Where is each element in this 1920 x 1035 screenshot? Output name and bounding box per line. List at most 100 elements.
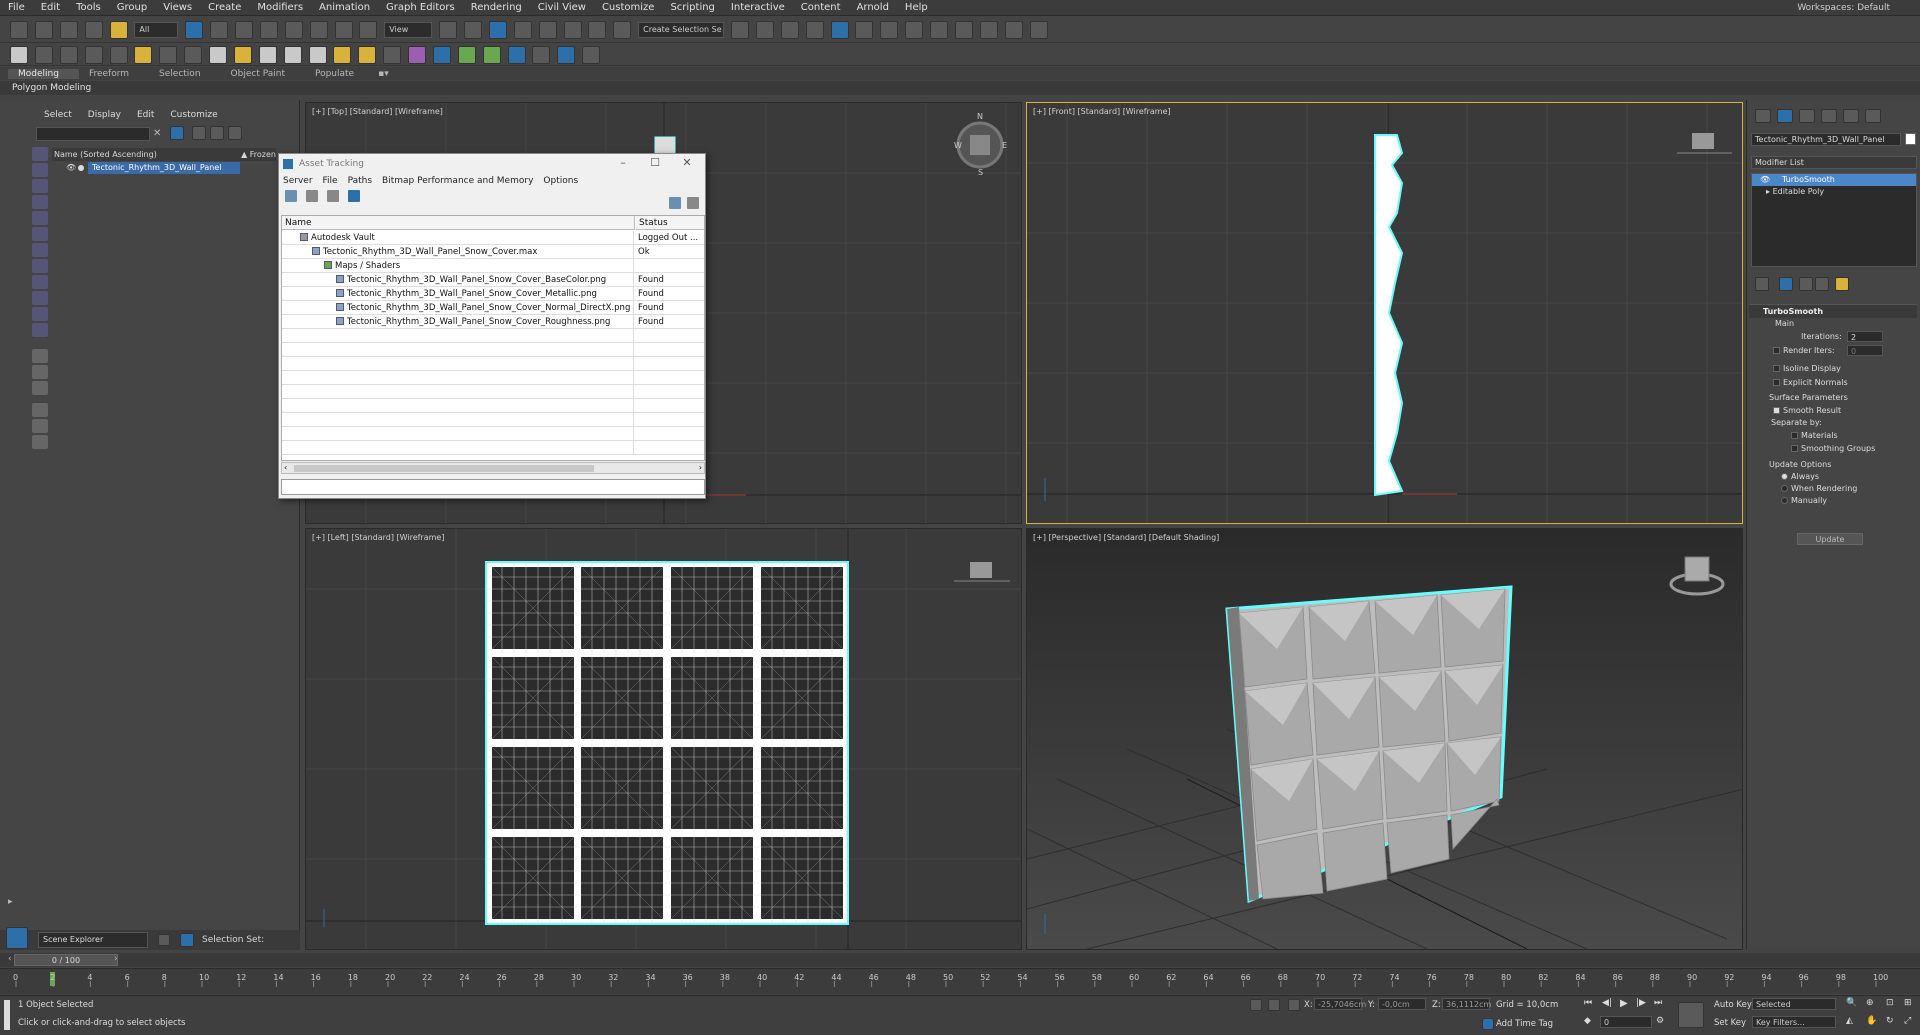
menu-item-content[interactable]: Content bbox=[793, 2, 849, 13]
pin-stack-icon[interactable] bbox=[1755, 277, 1769, 291]
display-cameras-icon[interactable] bbox=[32, 195, 48, 209]
list-view-icon[interactable] bbox=[305, 190, 318, 202]
make-unique-icon[interactable] bbox=[1799, 277, 1813, 291]
help-icon[interactable] bbox=[582, 46, 601, 64]
display-all-icon[interactable] bbox=[32, 349, 48, 363]
smooth-result-checkbox[interactable] bbox=[1773, 407, 1780, 414]
table-row[interactable]: Tectonic_Rhythm_3D_Wall_Panel_Snow_Cover… bbox=[282, 273, 704, 287]
menu-item-graph-editors[interactable]: Graph Editors bbox=[378, 2, 463, 13]
hierarchy-icon[interactable] bbox=[210, 126, 224, 140]
viewport-front-label[interactable]: [+] [Front] [Standard] [Wireframe] bbox=[1033, 107, 1171, 116]
materials-checkbox[interactable] bbox=[1791, 432, 1798, 439]
display-groups-icon[interactable] bbox=[32, 243, 48, 257]
menu-item-file[interactable]: File bbox=[0, 2, 33, 13]
selection-lock-icon[interactable] bbox=[1268, 999, 1280, 1011]
time-tag-icon[interactable] bbox=[1482, 1018, 1494, 1030]
viewcube-perspective-icon[interactable] bbox=[1669, 556, 1725, 596]
zoom-all-icon[interactable]: ⊕ bbox=[1866, 998, 1874, 1008]
eye-icon[interactable]: 👁 bbox=[66, 162, 76, 174]
set-key-icon[interactable] bbox=[1678, 1002, 1704, 1028]
sphere-icon[interactable] bbox=[233, 46, 252, 64]
select-manipulate-icon[interactable] bbox=[464, 21, 482, 39]
render-setup-icon[interactable] bbox=[930, 21, 948, 39]
show-end-result-icon[interactable] bbox=[1779, 277, 1793, 291]
render-iters-spinner[interactable]: 0 bbox=[1847, 345, 1883, 356]
remove-modifier-icon[interactable] bbox=[1815, 277, 1829, 291]
turbosmooth-rollout-header[interactable]: TurboSmooth bbox=[1749, 304, 1917, 318]
display-xrefs-icon[interactable] bbox=[32, 259, 48, 273]
arnold-light-icon[interactable] bbox=[482, 46, 501, 64]
menu-item-tools[interactable]: Tools bbox=[68, 2, 109, 13]
tab-freeform[interactable]: Freeform bbox=[79, 69, 149, 79]
maxscript-listener-toggle[interactable] bbox=[4, 1000, 10, 1030]
menu-item-customize[interactable]: Customize bbox=[594, 2, 663, 13]
redo-icon[interactable] bbox=[34, 21, 53, 39]
expand-arrow-icon[interactable]: ▸ bbox=[8, 897, 13, 907]
viewport-top-label[interactable]: [+] [Top] [Standard] [Wireframe] bbox=[312, 107, 443, 116]
close-icon[interactable]: ✕ bbox=[673, 156, 701, 170]
scene-menu-edit[interactable]: Edit bbox=[137, 110, 154, 120]
percent-snap-icon[interactable] bbox=[563, 21, 582, 39]
mirror-icon[interactable] bbox=[731, 21, 749, 39]
viewport-left[interactable]: [+] [Left] [Standard] [Wireframe] bbox=[305, 528, 1022, 950]
ribbon-toggle-icon[interactable] bbox=[830, 21, 849, 39]
menu-item-edit[interactable]: Edit bbox=[33, 2, 68, 13]
isoline-display-checkbox[interactable] bbox=[1773, 365, 1780, 372]
object-color-swatch[interactable] bbox=[1905, 133, 1916, 145]
dlg-menu-file[interactable]: File bbox=[323, 176, 338, 186]
shader-icon[interactable] bbox=[408, 46, 426, 64]
particle-icon[interactable] bbox=[383, 46, 402, 64]
time-config-icon[interactable]: ⚙ bbox=[1656, 1016, 1664, 1026]
play-icon[interactable]: ▶ bbox=[1620, 998, 1628, 1009]
tab-object-paint[interactable]: Object Paint bbox=[221, 69, 305, 79]
viewport-left-label[interactable]: [+] [Left] [Standard] [Wireframe] bbox=[312, 533, 444, 542]
iterations-spinner[interactable]: 2 bbox=[1847, 331, 1883, 342]
time-prev-icon[interactable]: ‹ bbox=[8, 954, 12, 964]
arnold-log-icon[interactable] bbox=[532, 46, 551, 64]
isolate-selection-icon[interactable] bbox=[1250, 999, 1262, 1011]
scroll-thumb[interactable] bbox=[294, 465, 594, 472]
placement-icon[interactable] bbox=[359, 21, 378, 39]
table-row[interactable]: Tectonic_Rhythm_3D_Wall_Panel_Snow_Cover… bbox=[282, 301, 704, 315]
layers-icon[interactable] bbox=[84, 46, 103, 64]
scene-explorer-toggle-icon[interactable] bbox=[780, 21, 799, 39]
render-iterative-icon[interactable] bbox=[1004, 21, 1023, 39]
time-next-icon[interactable]: › bbox=[114, 954, 118, 964]
grid-view-icon[interactable] bbox=[347, 190, 360, 202]
scene-object-name[interactable]: Tectonic_Rhythm_3D_Wall_Panel bbox=[88, 162, 240, 174]
display-tab-icon[interactable] bbox=[1843, 109, 1859, 123]
update-button[interactable]: Update bbox=[1797, 533, 1863, 545]
next-frame-icon[interactable]: |▶ bbox=[1636, 998, 1646, 1008]
table-row[interactable]: Maps / Shaders bbox=[282, 259, 704, 273]
arnold-sky-icon[interactable] bbox=[507, 46, 526, 64]
menu-item-create[interactable]: Create bbox=[200, 2, 249, 13]
settings-icon[interactable] bbox=[687, 197, 699, 209]
tab-populate[interactable]: Populate bbox=[305, 69, 374, 79]
filter-icon[interactable] bbox=[170, 126, 184, 140]
path-field[interactable] bbox=[281, 479, 705, 495]
bind-space-warp-icon[interactable] bbox=[109, 21, 128, 39]
snaps-toggle-icon[interactable] bbox=[513, 21, 532, 39]
display-lights-icon[interactable] bbox=[32, 179, 48, 193]
undo-icon[interactable] bbox=[10, 21, 28, 39]
cylinder-icon[interactable] bbox=[258, 46, 277, 64]
menu-item-group[interactable]: Group bbox=[109, 2, 155, 13]
scene-search-input[interactable] bbox=[36, 127, 150, 141]
display-spacewarps-icon[interactable] bbox=[32, 227, 48, 241]
cloud-outline-icon[interactable] bbox=[34, 46, 53, 64]
menu-item-animation[interactable]: Animation bbox=[311, 2, 378, 13]
display-hidden-icon[interactable] bbox=[32, 323, 48, 337]
orbit-icon[interactable]: ↻ bbox=[1886, 1016, 1894, 1026]
schematic-view-icon[interactable] bbox=[880, 21, 899, 39]
cloud-icon[interactable] bbox=[10, 46, 28, 64]
column-frozen-header[interactable]: ▲ Frozen bbox=[241, 148, 276, 161]
time-slider-thumb[interactable]: 0 / 100 bbox=[14, 954, 118, 966]
spinner-snap-icon[interactable] bbox=[588, 21, 607, 39]
display-geometry-icon[interactable] bbox=[32, 147, 48, 161]
unlink-icon[interactable] bbox=[84, 21, 103, 39]
render-iters-checkbox[interactable] bbox=[1773, 347, 1780, 354]
maximize-viewport-icon[interactable]: ⤢ bbox=[1904, 1016, 1911, 1026]
y-coordinate-field[interactable]: -0,0cm bbox=[1378, 998, 1426, 1010]
polygon-modeling-panel[interactable]: Polygon Modeling bbox=[0, 81, 1920, 95]
display-invert-icon[interactable] bbox=[32, 381, 48, 395]
